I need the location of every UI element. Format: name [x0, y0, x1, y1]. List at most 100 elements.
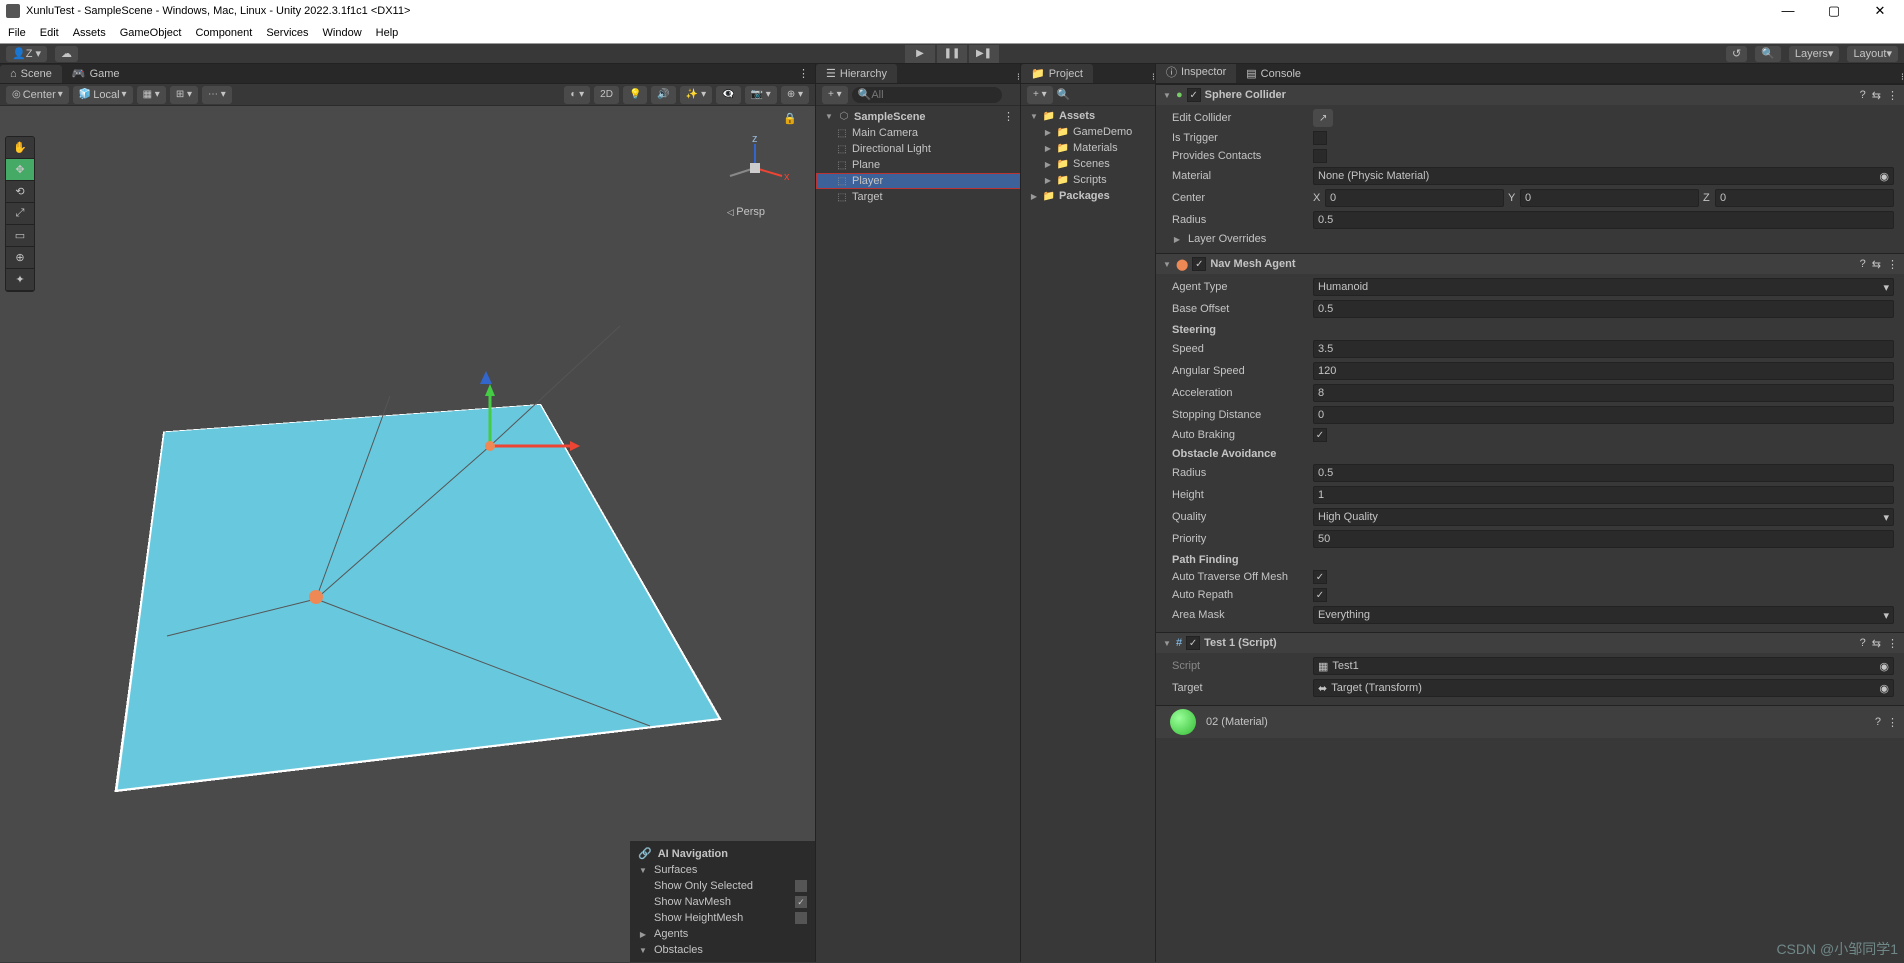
menu-assets[interactable]: Assets — [73, 27, 106, 39]
shading-dropdown[interactable]: ◐ ▾ — [564, 86, 590, 104]
provides-contacts-checkbox[interactable] — [1313, 149, 1327, 163]
menu-services[interactable]: Services — [266, 27, 308, 39]
hierarchy-item-light[interactable]: ⬚Directional Light — [816, 141, 1020, 157]
enable-checkbox[interactable]: ✓ — [1187, 88, 1201, 102]
menu-icon[interactable]: ⋮ — [1887, 716, 1898, 729]
search-button[interactable]: 🔍 — [1755, 46, 1781, 62]
agent-type-dropdown[interactable]: Humanoid▾ — [1313, 278, 1894, 296]
edit-collider-button[interactable]: ↗ — [1313, 109, 1333, 127]
help-icon[interactable]: ? — [1875, 716, 1881, 729]
tab-scene[interactable]: ⌂Scene — [0, 65, 62, 83]
pivot-dropdown[interactable]: ◎Center ▾ — [6, 86, 69, 104]
menu-icon[interactable]: ⋮ — [1887, 258, 1898, 271]
hierarchy-item-camera[interactable]: ⬚Main Camera — [816, 125, 1020, 141]
preset-icon[interactable]: ⇆ — [1872, 258, 1881, 271]
project-folder[interactable]: ▶📁Materials — [1021, 140, 1155, 156]
hierarchy-item-plane[interactable]: ⬚Plane — [816, 157, 1020, 173]
tab-hierarchy[interactable]: ☰Hierarchy — [816, 64, 897, 83]
auto-traverse-checkbox[interactable]: ✓ — [1313, 570, 1327, 584]
target-field[interactable]: ⬌Target (Transform)◉ — [1313, 679, 1894, 697]
scene-menu-icon[interactable]: ⋮ — [1003, 110, 1014, 123]
center-z-input[interactable] — [1715, 189, 1894, 207]
overlay-show-only-selected[interactable]: Show Only Selected — [654, 880, 753, 892]
help-icon[interactable]: ? — [1860, 258, 1866, 271]
overlay-show-navmesh[interactable]: Show NavMesh — [654, 896, 731, 908]
snap-toggle[interactable]: ⊞ ▾ — [170, 86, 198, 104]
space-dropdown[interactable]: 🧊Local ▾ — [73, 86, 133, 104]
script-field[interactable]: ▦Test1◉ — [1313, 657, 1894, 675]
tab-inspector[interactable]: ⓘInspector — [1156, 64, 1236, 83]
layout-dropdown[interactable]: Layout ▾ — [1847, 46, 1898, 62]
area-mask-dropdown[interactable]: Everything▾ — [1313, 606, 1894, 624]
preset-icon[interactable]: ⇆ — [1872, 89, 1881, 102]
radius-input[interactable] — [1313, 211, 1894, 229]
preset-icon[interactable]: ⇆ — [1872, 637, 1881, 650]
acceleration-input[interactable] — [1313, 384, 1894, 402]
minimize-button[interactable]: — — [1770, 3, 1806, 19]
orientation-gizmo[interactable]: x z — [720, 136, 790, 201]
menu-component[interactable]: Component — [195, 27, 252, 39]
base-offset-input[interactable] — [1313, 300, 1894, 318]
lock-icon[interactable]: 🔒 — [783, 112, 797, 125]
auto-braking-checkbox[interactable]: ✓ — [1313, 428, 1327, 442]
object-picker-icon[interactable]: ◉ — [1879, 660, 1889, 673]
ai-navigation-overlay[interactable]: 🔗AI Navigation ▼Surfaces Show Only Selec… — [630, 841, 815, 962]
speed-input[interactable] — [1313, 340, 1894, 358]
overlay-show-heightmesh[interactable]: Show HeightMesh — [654, 912, 743, 924]
component-navmesh-agent[interactable]: ▼⬤ ✓ Nav Mesh Agent ?⇆⋮ — [1156, 254, 1904, 274]
scene-viewport[interactable]: ✋ ✥ ⟲ ⤢ ▭ ⊕ ✦ — [0, 106, 815, 962]
project-folder[interactable]: ▶📁Scenes — [1021, 156, 1155, 172]
priority-input[interactable] — [1313, 530, 1894, 548]
enable-checkbox[interactable]: ✓ — [1192, 257, 1206, 271]
menu-gameobject[interactable]: GameObject — [120, 27, 182, 39]
overlay-agents[interactable]: Agents — [654, 928, 688, 940]
menu-icon[interactable]: ⋮ — [1887, 89, 1898, 102]
overlay-obstacles[interactable]: Obstacles — [654, 944, 703, 956]
height-input[interactable] — [1313, 486, 1894, 504]
menu-help[interactable]: Help — [376, 27, 399, 39]
project-folder[interactable]: ▶📁GameDemo — [1021, 124, 1155, 140]
overlay-surfaces[interactable]: Surfaces — [654, 864, 697, 876]
material-field[interactable]: None (Physic Material)◉ — [1313, 167, 1894, 185]
stopping-distance-input[interactable] — [1313, 406, 1894, 424]
lighting-toggle[interactable]: 💡 — [623, 86, 647, 104]
material-header[interactable]: 02 (Material) ?⋮ — [1156, 706, 1904, 738]
project-create-dropdown[interactable]: + ▾ — [1027, 86, 1053, 104]
tab-project[interactable]: 📁Project — [1021, 64, 1093, 83]
nm-radius-input[interactable] — [1313, 464, 1894, 482]
increment-toggle[interactable]: ⋯ ▾ — [202, 86, 232, 104]
project-assets[interactable]: ▼📁Assets — [1021, 108, 1155, 124]
layer-overrides-toggle[interactable]: Layer Overrides — [1188, 233, 1266, 245]
camera-dropdown[interactable]: 📷 ▾ — [745, 86, 777, 104]
menu-icon[interactable]: ⋮ — [1887, 637, 1898, 650]
center-y-input[interactable] — [1520, 189, 1699, 207]
scene-row[interactable]: ▼⬡SampleScene⋮ — [816, 108, 1020, 125]
help-icon[interactable]: ? — [1860, 89, 1866, 102]
menu-file[interactable]: File — [8, 27, 26, 39]
pause-button[interactable]: ❚❚ — [937, 45, 967, 63]
project-packages[interactable]: ▶📁Packages — [1021, 188, 1155, 204]
enable-checkbox[interactable]: ✓ — [1186, 636, 1200, 650]
center-x-input[interactable] — [1325, 189, 1504, 207]
visibility-toggle[interactable]: 👁‍🗨 — [716, 86, 740, 104]
hierarchy-item-target[interactable]: ⬚Target — [816, 189, 1020, 205]
angular-speed-input[interactable] — [1313, 362, 1894, 380]
auto-repath-checkbox[interactable]: ✓ — [1313, 588, 1327, 602]
account-dropdown[interactable]: 👤 Z ▾ — [6, 46, 47, 62]
hierarchy-search[interactable]: 🔍 All — [852, 87, 1002, 103]
hierarchy-item-player[interactable]: ⬚Player — [816, 173, 1020, 189]
tab-game[interactable]: 🎮Game — [62, 64, 130, 83]
quality-dropdown[interactable]: High Quality▾ — [1313, 508, 1894, 526]
create-dropdown[interactable]: + ▾ — [822, 86, 848, 104]
search-icon[interactable]: 🔍 — [1057, 88, 1071, 101]
object-picker-icon[interactable]: ◉ — [1879, 170, 1889, 183]
help-icon[interactable]: ? — [1860, 637, 1866, 650]
component-script[interactable]: ▼# ✓ Test 1 (Script) ?⇆⋮ — [1156, 633, 1904, 653]
layers-dropdown[interactable]: Layers ▾ — [1789, 46, 1840, 62]
cloud-button[interactable]: ☁ — [55, 46, 78, 62]
menu-edit[interactable]: Edit — [40, 27, 59, 39]
object-picker-icon[interactable]: ◉ — [1879, 682, 1889, 695]
step-button[interactable]: ▶❚ — [969, 45, 999, 63]
play-button[interactable]: ▶ — [905, 45, 935, 63]
gizmos-dropdown[interactable]: ⊕ ▾ — [781, 86, 809, 104]
